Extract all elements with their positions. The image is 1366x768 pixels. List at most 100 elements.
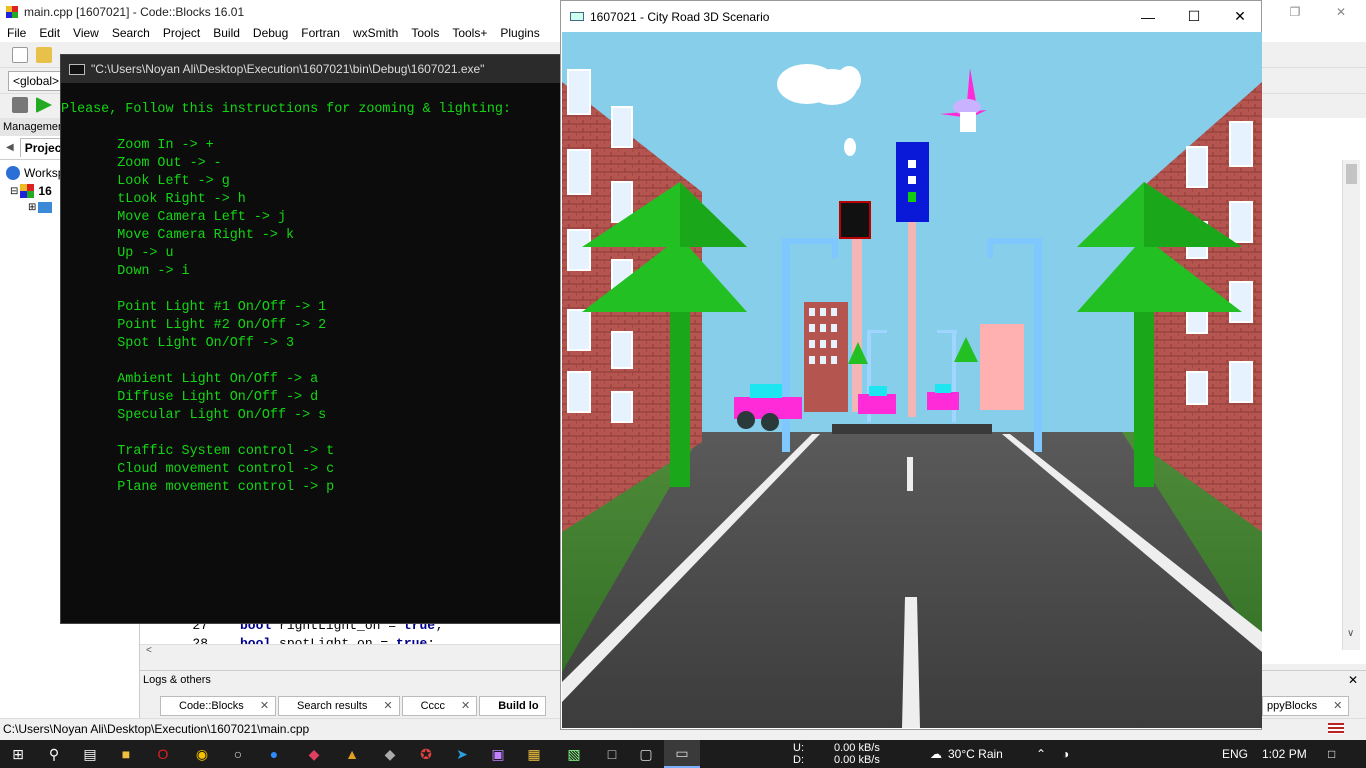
menu-tools[interactable]: Tools [404, 26, 445, 40]
menu-search[interactable]: Search [105, 26, 156, 40]
tab-scroll-left-icon[interactable]: ◀ [6, 142, 14, 153]
cloud-rain-icon: ☁ [930, 747, 942, 761]
new-file-icon[interactable] [12, 47, 28, 63]
app-icon[interactable]: ◆ [296, 740, 332, 768]
clock-time[interactable]: 1:02 PM [1262, 740, 1307, 768]
project-label: 16 [38, 184, 52, 198]
build-gear-icon[interactable] [12, 97, 28, 113]
weather-widget[interactable]: ☁ 30°C Rain [930, 740, 1003, 768]
console-line: Cloud movement control -> c [61, 462, 335, 477]
menu-edit[interactable]: Edit [32, 26, 66, 40]
console-titlebar: "C:\Users\Noyan Ali\Desktop\Execution\16… [61, 55, 561, 83]
cloud-small [844, 138, 856, 156]
console-line: Traffic System control -> t [61, 444, 335, 459]
menu-debug[interactable]: Debug [246, 26, 294, 40]
log-tab-codeblocks[interactable]: Code::Blocks ✕ [160, 696, 277, 716]
signal-pole [908, 217, 916, 417]
menu-view[interactable]: View [66, 26, 105, 40]
scope-combo[interactable]: <global> [8, 71, 62, 91]
3d-scene-viewport[interactable] [562, 32, 1262, 728]
horizontal-scrollbar[interactable]: < [140, 644, 560, 660]
console-line: Point Light #2 On/Off -> 2 [61, 318, 327, 333]
console-line: Move Camera Left -> j [61, 210, 286, 225]
traffic-light-small [839, 201, 871, 239]
console-line: Specular Light On/Off -> s [61, 408, 327, 423]
console-window[interactable]: "C:\Users\Noyan Ali\Desktop\Execution\16… [60, 54, 562, 624]
task-view-icon[interactable]: ▤ [72, 740, 108, 768]
app-icon[interactable]: ◆ [372, 740, 408, 768]
scroll-left-icon[interactable]: < [146, 645, 152, 656]
game-window-icon [570, 12, 584, 21]
app-icon[interactable]: ▲ [334, 740, 370, 768]
menu-tools-plus[interactable]: Tools+ [445, 26, 493, 40]
game-titlebar: 1607021 - City Road 3D Scenario — ☐ ✕ [561, 1, 1261, 32]
console-line: Zoom Out -> - [61, 156, 222, 171]
run-icon[interactable] [36, 97, 52, 113]
search-icon[interactable]: ⚲ [36, 740, 72, 768]
tray-icon[interactable]: ◑ [1062, 740, 1069, 768]
signal-pole [852, 232, 862, 412]
log-tab-build-log[interactable]: Build lo [479, 696, 546, 716]
ide-restore-button[interactable]: ❐ [1272, 0, 1318, 24]
telegram-icon[interactable]: ➤ [444, 740, 480, 768]
expand-icon[interactable]: ⊞ [28, 202, 36, 213]
net-up-value: 0.00 kB/s [834, 742, 880, 754]
game-minimize-button[interactable]: — [1125, 1, 1171, 32]
app-icon[interactable]: ○ [220, 740, 256, 768]
ide-title: main.cpp [1607021] - Code::Blocks 16.01 [24, 5, 245, 19]
menu-project[interactable]: Project [156, 26, 206, 40]
scroll-down-icon[interactable]: ∨ [1347, 628, 1354, 639]
close-icon: ✕ [259, 700, 270, 712]
log-tab-right[interactable]: ppyBlocks ✕ [1262, 696, 1350, 716]
language-indicator[interactable]: ENG [1222, 740, 1248, 768]
log-tab-cccc[interactable]: Cccc ✕ [401, 696, 478, 716]
scroll-thumb[interactable] [1346, 164, 1357, 184]
tree-project[interactable]: ⊟ 16 [10, 184, 52, 198]
app-icon[interactable]: □ [594, 740, 630, 768]
console-title: "C:\Users\Noyan Ali\Desktop\Execution\16… [91, 62, 485, 76]
collapse-icon[interactable]: ⊟ [10, 186, 18, 197]
menu-fortran[interactable]: Fortran [294, 26, 346, 40]
folder-icon [38, 202, 53, 213]
chrome-icon[interactable]: ◉ [184, 740, 220, 768]
ide-close-button[interactable]: ✕ [1318, 0, 1364, 24]
app-icon[interactable]: ✪ [408, 740, 444, 768]
net-speed-values: 0.00 kB/s 0.00 kB/s [834, 740, 880, 768]
premiere-icon[interactable]: ▣ [480, 740, 516, 768]
chevron-up-icon[interactable]: ⌃ [1036, 740, 1046, 768]
console-line: Down -> i [61, 264, 190, 279]
app-icon[interactable]: ▢ [628, 740, 664, 768]
menu-file[interactable]: File [0, 26, 32, 40]
start-windows-icon[interactable]: ⊞ [0, 740, 36, 768]
console-output: Please, Follow this instructions for zoo… [61, 83, 561, 497]
vertical-scrollbar[interactable]: ∨ [1342, 160, 1360, 650]
file-explorer-icon[interactable]: ■ [108, 740, 144, 768]
app-icon[interactable]: ▧ [556, 740, 592, 768]
notification-icon[interactable]: □ [1328, 740, 1335, 768]
opera-icon[interactable]: O [145, 740, 181, 768]
close-icon: ✕ [461, 700, 471, 712]
net-up-label: U: [793, 742, 804, 754]
console-line: Move Camera Right -> k [61, 228, 295, 243]
codeblocks-taskbar-icon[interactable]: ▦ [516, 740, 552, 768]
game-maximize-button[interactable]: ☐ [1171, 1, 1217, 32]
menu-wxsmith[interactable]: wxSmith [346, 26, 404, 40]
zoom-icon[interactable]: ● [256, 740, 292, 768]
net-down-value: 0.00 kB/s [834, 754, 880, 766]
logs-close-icon[interactable]: ✕ [1348, 673, 1358, 687]
open-folder-icon[interactable] [36, 47, 52, 63]
tree-sources[interactable]: ⊞ [28, 202, 53, 213]
game-window[interactable]: 1607021 - City Road 3D Scenario — ☐ ✕ [560, 0, 1262, 730]
game-close-button[interactable]: ✕ [1217, 1, 1263, 32]
workspace-icon [6, 166, 20, 180]
log-tabs: Code::Blocks ✕ Search results ✕ Cccc ✕ Buil… [160, 696, 546, 716]
menu-plugins[interactable]: Plugins [493, 26, 545, 40]
game-taskbar-icon[interactable]: ▭ [664, 740, 700, 768]
log-tab-search-results[interactable]: Search results ✕ [278, 696, 400, 716]
console-line: Please, Follow this instructions for zoo… [61, 102, 511, 117]
game-title: 1607021 - City Road 3D Scenario [590, 9, 770, 24]
menu-build[interactable]: Build [206, 26, 246, 40]
console-line: Zoom In -> + [61, 138, 214, 153]
